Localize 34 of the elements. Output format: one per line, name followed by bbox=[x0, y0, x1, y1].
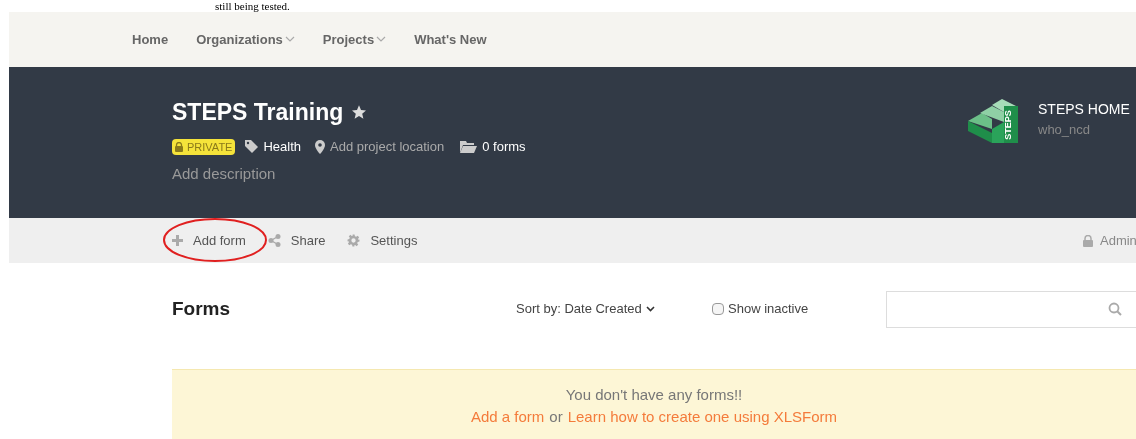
share-icon bbox=[267, 234, 281, 247]
joiner-text: or bbox=[549, 407, 563, 427]
owner-name[interactable]: STEPS HOME bbox=[1038, 99, 1130, 120]
checkbox[interactable] bbox=[712, 303, 724, 315]
tag-label[interactable]: Health bbox=[263, 137, 301, 157]
admin-label: Admin bbox=[1100, 231, 1136, 250]
action-button[interactable]: Settings bbox=[347, 230, 418, 251]
private-badge: PRIVATE bbox=[172, 138, 236, 155]
forms-count: 0 forms bbox=[482, 138, 526, 156]
location-link[interactable]: Add project location bbox=[330, 137, 445, 157]
project-title: STEPS Training bbox=[172, 98, 344, 127]
star-icon[interactable] bbox=[351, 104, 368, 120]
action-button[interactable]: Share bbox=[267, 230, 326, 251]
nav-link[interactable]: Organizations bbox=[196, 29, 295, 50]
settings-icon bbox=[347, 234, 361, 247]
chevron-down-icon bbox=[645, 306, 655, 312]
plus-icon bbox=[172, 235, 183, 246]
checkbox-label: Show inactive bbox=[728, 300, 809, 319]
forms-heading: Forms bbox=[172, 296, 232, 321]
nav-link[interactable]: Home bbox=[132, 29, 169, 50]
search-field[interactable] bbox=[886, 290, 1136, 328]
location-pin-icon bbox=[315, 139, 325, 154]
sort-dropdown[interactable]: Sort by: Date Created bbox=[516, 299, 712, 319]
lock-icon bbox=[175, 141, 183, 152]
search-icon bbox=[1108, 302, 1122, 316]
owner-username: who_ncd bbox=[1038, 121, 1092, 139]
description-link[interactable]: Add description bbox=[172, 162, 812, 185]
tag-icon bbox=[245, 140, 259, 154]
lock-icon bbox=[1083, 234, 1093, 247]
nav-link[interactable]: Projects bbox=[322, 29, 387, 50]
empty-message: You don't have any forms!! bbox=[565, 385, 743, 405]
folder-icon bbox=[460, 140, 478, 153]
document-text: still being tested. bbox=[215, 0, 290, 12]
nav-link[interactable]: What's New bbox=[414, 29, 487, 50]
